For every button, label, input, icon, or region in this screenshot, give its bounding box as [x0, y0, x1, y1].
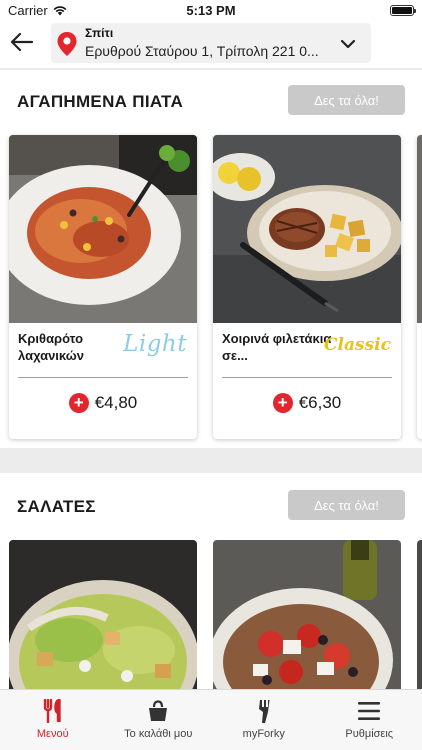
- dish-name: Κριθαρότο λαχανικών: [18, 331, 84, 363]
- battery-icon: [390, 5, 416, 16]
- dish-card[interactable]: [417, 135, 422, 439]
- section-title: ΑΓΑΠΗΜΕΝΑ ΠΙΑΤΑ: [17, 92, 184, 111]
- basket-icon: [146, 698, 170, 724]
- address-selector[interactable]: Σπίτι Ερυθρού Σταύρου 1, Τρίπολη 221 0..…: [51, 23, 371, 63]
- salads-section: ΣΑΛΑΤΕΣ Δες τα όλα!: [0, 473, 422, 693]
- dish-image: [9, 135, 197, 323]
- tab-label: Το καλάθι μου: [124, 728, 193, 740]
- section-title: ΣΑΛΑΤΕΣ: [17, 497, 96, 516]
- tab-cart[interactable]: Το καλάθι μου: [106, 690, 212, 750]
- dish-card[interactable]: Χοιρινά φιλετάκια σε... Classic + €6,30: [213, 135, 401, 439]
- dish-image: [417, 135, 422, 323]
- status-bar: Carrier 5:13 PM: [0, 0, 422, 20]
- forky-logo-icon: [252, 698, 276, 724]
- tab-bar: Μενού Το καλάθι μου myForky Ρυθμίσεις: [0, 689, 422, 750]
- dish-price: €6,30: [298, 393, 342, 412]
- tab-myforky[interactable]: myForky: [211, 690, 317, 750]
- tab-settings[interactable]: Ρυθμίσεις: [317, 690, 422, 750]
- address-label: Σπίτι: [85, 26, 114, 40]
- dish-price: €4,80: [94, 393, 138, 412]
- add-to-cart-button[interactable]: +: [272, 393, 293, 413]
- header: Σπίτι Ερυθρού Σταύρου 1, Τρίπολη 221 0..…: [0, 20, 422, 68]
- dish-image: [213, 135, 401, 323]
- cutlery-icon: [41, 698, 65, 724]
- price-row: + €6,30: [213, 393, 401, 413]
- address-text: Ερυθρού Σταύρου 1, Τρίπολη 221 0...: [85, 43, 319, 59]
- add-to-cart-button[interactable]: +: [68, 393, 89, 413]
- tab-label: Ρυθμίσεις: [345, 728, 394, 740]
- chevron-down-icon: [340, 39, 356, 49]
- dish-card[interactable]: [213, 540, 401, 693]
- dish-image: [213, 540, 401, 693]
- price-row: + €4,80: [9, 393, 197, 413]
- location-pin-icon: [57, 32, 77, 56]
- dish-image: [9, 540, 197, 693]
- card-divider: [222, 377, 392, 378]
- light-badge: Light: [123, 331, 187, 357]
- dish-card[interactable]: [417, 540, 422, 693]
- menu-lines-icon: [357, 698, 381, 724]
- tab-menu[interactable]: Μενού: [0, 690, 106, 750]
- card-divider: [18, 377, 188, 378]
- status-time: 5:13 PM: [186, 3, 236, 18]
- dish-card[interactable]: Κριθαρότο λαχανικών Light + €4,80: [9, 135, 197, 439]
- back-arrow-icon: [10, 32, 34, 52]
- dish-card[interactable]: [9, 540, 197, 693]
- back-button[interactable]: [8, 28, 36, 56]
- tab-label: Μενού: [36, 728, 69, 740]
- see-all-button[interactable]: Δες τα όλα!: [288, 85, 405, 115]
- dish-name: Χοιρινά φιλετάκια σε...: [222, 331, 332, 363]
- classic-badge: Classic: [324, 335, 391, 355]
- favourite-dishes-section: ΑΓΑΠΗΜΕΝΑ ΠΙΑΤΑ Δες τα όλα! Κριθαρότο λα…: [0, 70, 422, 448]
- tab-label: myForky: [242, 728, 285, 740]
- see-all-button[interactable]: Δες τα όλα!: [288, 490, 405, 520]
